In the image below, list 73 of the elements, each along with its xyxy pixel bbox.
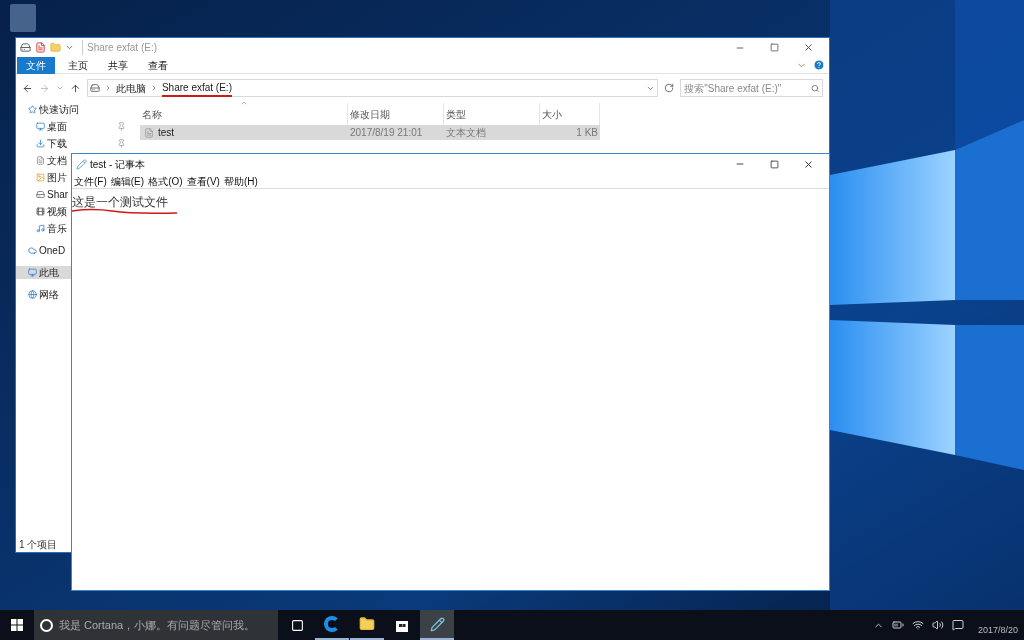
windows-icon — [11, 619, 23, 631]
sidebar-item[interactable]: Shar — [16, 188, 71, 201]
window-title: test - 记事本 — [90, 157, 145, 172]
star-icon — [28, 105, 37, 114]
table-cell-text: test — [158, 126, 175, 140]
image-icon — [36, 173, 45, 182]
volume-icon[interactable] — [931, 619, 944, 631]
sidebar-item[interactable]: 快速访问 — [16, 103, 79, 116]
wifi-icon[interactable] — [911, 619, 924, 631]
cortana-icon[interactable] — [40, 618, 53, 632]
pin-icon[interactable] — [117, 122, 126, 131]
notepad-icon — [429, 616, 445, 632]
ribbon-tab[interactable]: 共享 — [99, 56, 137, 74]
sidebar-item[interactable]: 桌面 — [16, 120, 71, 133]
folder-icon — [359, 616, 375, 632]
sidebar-item[interactable]: 图片 — [16, 171, 71, 184]
sidebar-item[interactable]: 下载 — [16, 137, 71, 150]
sidebar-item[interactable]: 音乐 — [16, 222, 71, 235]
notepad-icon — [76, 158, 87, 170]
caret-icon[interactable] — [65, 43, 74, 52]
close-icon — [802, 42, 814, 53]
drive-icon — [36, 190, 45, 199]
drive-icon — [89, 83, 100, 93]
download-icon — [36, 139, 45, 148]
sort-icon — [240, 99, 248, 107]
desktop-icon — [36, 122, 45, 131]
music-icon — [36, 224, 45, 233]
maximize-icon — [769, 159, 779, 169]
maximize-icon — [769, 43, 779, 52]
document-text: 这是一个测试文件 — [72, 195, 168, 209]
film-icon — [36, 207, 45, 216]
ribbon-tab[interactable]: 文件 — [17, 56, 55, 74]
breadcrumb-item[interactable]: Share exfat (E:) — [161, 79, 232, 97]
sidebar-item[interactable]: 视频 — [16, 205, 71, 218]
text-file-icon — [144, 127, 154, 138]
sidebar-item[interactable]: 此电 — [16, 266, 71, 279]
menu-item[interactable]: 格式(O) — [146, 173, 185, 189]
pin-icon[interactable] — [117, 139, 126, 148]
back-icon[interactable] — [22, 82, 33, 94]
globe-icon — [28, 290, 37, 299]
help-icon[interactable] — [813, 59, 825, 71]
document-icon — [36, 156, 45, 165]
clock-date[interactable]: 2017/8/20 — [977, 624, 1018, 638]
search-icon[interactable] — [810, 83, 819, 93]
refresh-icon[interactable] — [664, 83, 675, 93]
table-cell-text: 文本文档 — [446, 126, 486, 140]
task-view-icon — [290, 618, 304, 632]
sidebar-item[interactable]: 文档 — [16, 154, 71, 167]
table-cell-text: 2017/8/19 21:01 — [350, 126, 423, 140]
close-icon — [802, 158, 814, 170]
sidebar-item[interactable]: 网络 — [16, 288, 71, 301]
sidebar-item[interactable]: OneD — [16, 244, 71, 257]
up-icon[interactable] — [69, 82, 81, 94]
address-bar[interactable]: 此电脑 Share exfat (E:) — [86, 79, 659, 97]
notification-icon[interactable] — [951, 619, 964, 631]
window-title: Share exfat (E:) — [82, 40, 158, 55]
drive-icon — [20, 42, 31, 53]
file-row[interactable]: test 2017/8/19 21:01 文本文档 1 KB — [140, 125, 600, 140]
menu-item[interactable]: 编辑(E) — [108, 173, 147, 189]
ribbon-tab[interactable]: 查看 — [139, 56, 177, 74]
menu-item[interactable]: 文件(F) — [72, 173, 109, 189]
breadcrumb-item[interactable]: 此电脑 — [115, 80, 146, 96]
search-field[interactable]: 搜索"Share exfat (E:)" — [680, 79, 823, 97]
menu-item[interactable]: 查看(V) — [184, 173, 222, 189]
table-cell-text: 1 KB — [576, 126, 598, 140]
edge-icon — [324, 616, 340, 632]
battery-icon[interactable] — [891, 619, 904, 631]
status-text: 1 个项目 — [18, 538, 59, 552]
ribbon-tab[interactable]: 主页 — [59, 56, 97, 74]
menu-item[interactable]: 帮助(H) — [221, 173, 260, 189]
computer-icon — [28, 268, 37, 277]
cloud-icon — [28, 246, 37, 255]
recent-icon[interactable] — [55, 84, 64, 92]
